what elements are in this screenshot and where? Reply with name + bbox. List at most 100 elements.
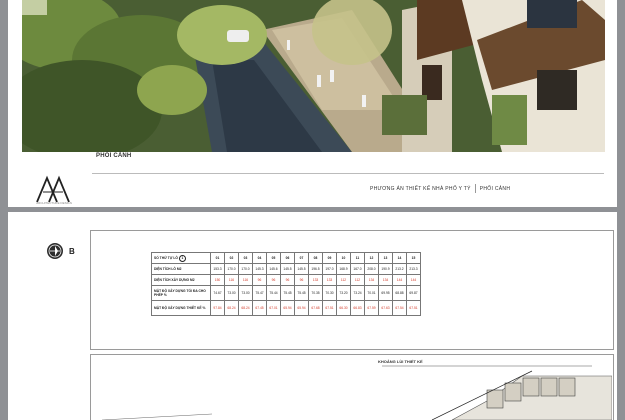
row-value-cell: 73.24 — [350, 285, 365, 301]
row-value-cell: 167.0 — [350, 263, 365, 275]
row-value-cell: 67.51 — [322, 300, 337, 316]
row-value-cell: 96 — [252, 274, 267, 286]
row-value-cell: 134 — [378, 274, 393, 286]
row-value-cell: 145.5 — [280, 263, 295, 275]
company-logo-icon — [36, 175, 70, 203]
lot-number-cell: 01 — [210, 252, 225, 264]
title-separator — [474, 184, 476, 193]
caption-divider — [92, 173, 604, 174]
row-value-cell: 208.0 — [364, 263, 379, 275]
lot-number-cell: 06 — [280, 252, 295, 264]
row-value-cell: 67.63 — [378, 300, 393, 316]
lot-number-cell: 08 — [308, 252, 323, 264]
row-value-cell: 66.30 — [336, 300, 351, 316]
row-value-cell: 97.84 — [210, 300, 225, 316]
lot-number-cell: 02 — [224, 252, 239, 264]
row-value-cell: 145.3 — [252, 263, 267, 275]
row-value-cell: 133 — [322, 274, 337, 286]
row-value-cell: 170.0 — [238, 263, 253, 275]
row-label: DIỆN TÍCH XÂY DỰNG M2 — [151, 274, 211, 286]
row-value-cell: 197.0 — [322, 263, 337, 275]
row-value-cell: 150 — [210, 274, 225, 286]
row-value-cell: 65.94 — [294, 300, 309, 316]
table-row: DIỆN TÍCH LÔ M2 153.3 170.0 170.0 145.3 145.6… — [151, 263, 421, 275]
perspective-render — [22, 0, 605, 152]
lot-number-cell: 10 — [336, 252, 351, 264]
row-value-cell: 73.20 — [336, 285, 351, 301]
row-value-cell: 145.5 — [294, 263, 309, 275]
row-value-cell: 67.45 — [252, 300, 267, 316]
lot-table: SỐ THỨ TỰ LÔ 1 01 02 03 04 05 06 07 08 09 10 11 12 13… — [151, 252, 421, 316]
row-label: DIỆN TÍCH LÔ M2 — [151, 263, 211, 275]
row-value-cell: 67.51 — [406, 300, 421, 316]
table-header-row: SỐ THỨ TỰ LÔ 1 01 02 03 04 05 06 07 08 09 10 11 12 13… — [151, 252, 421, 264]
row-value-cell: 70.30 — [322, 285, 337, 301]
row-value-cell: 67.59 — [364, 300, 379, 316]
table-row: MẬT ĐỘ XÂY DỰNG THIẾT KẾ % 97.84 68.24 68.2… — [151, 300, 421, 316]
row-value-cell: 67.54 — [392, 300, 407, 316]
row-value-cell: 69.95 — [378, 285, 393, 301]
row-value-cell: 68.24 — [224, 300, 239, 316]
row-value-cell: 116 — [238, 274, 253, 286]
row-value-cell: 196.5 — [308, 263, 323, 275]
lot-number-cell: 05 — [266, 252, 281, 264]
lot-number-cell: 09 — [322, 252, 337, 264]
row-value-cell: 68.24 — [238, 300, 253, 316]
row-value-cell: 170.0 — [224, 263, 239, 275]
section-letter: B — [69, 247, 75, 256]
row-value-cell: 145.6 — [266, 263, 281, 275]
table-row: MẬT ĐỘ XÂY DỰNG TỐI ĐA CHO PHÉP % 74.67 73… — [151, 285, 421, 301]
row-value-cell: 213.2 — [392, 263, 407, 275]
lot-number-cell: 14 — [392, 252, 407, 264]
render-caption: PHỐI CẢNH — [96, 153, 132, 159]
perspective-sheet: PHỐI CẢNH ARCHITECTURE DESIGN PHƯƠNG ÁN … — [8, 0, 617, 207]
row-value-cell: 96 — [266, 274, 281, 286]
row-value-cell: 190.9 — [378, 263, 393, 275]
row-value-cell: 213.3 — [406, 263, 421, 275]
logo-caption: ARCHITECTURE DESIGN — [36, 201, 72, 205]
lot-circle-marker: 1 — [178, 254, 186, 262]
row-value-cell: 96 — [280, 274, 295, 286]
row-value-cell: 133 — [308, 274, 323, 286]
row-value-cell: 70.35 — [308, 285, 323, 301]
project-title: PHƯƠNG ÁN THIẾT KẾ NHÀ PHỐ Y TÝ — [370, 185, 471, 192]
lot-number-cell: 11 — [350, 252, 365, 264]
row-value-cell: 65.94 — [280, 300, 295, 316]
table-row: DIỆN TÍCH XÂY DỰNG M2 150 116 116 96 96 96 96 13… — [151, 274, 421, 286]
row-label: MẬT ĐỘ XÂY DỰNG TỐI ĐA CHO PHÉP % — [151, 285, 211, 301]
lot-table-sheet: B SỐ THỨ TỰ LÔ 1 01 02 03 04 05 06 07 08 09 10 11 12… — [8, 212, 617, 420]
row-value-cell: 73.00 — [238, 285, 253, 301]
row-value-cell: 112 — [336, 274, 351, 286]
row-value-cell: 75.44 — [266, 285, 281, 301]
row-value-cell: 112 — [350, 274, 365, 286]
row-value-cell: 73.00 — [224, 285, 239, 301]
row-label: MẬT ĐỘ XÂY DỰNG THIẾT KẾ % — [151, 300, 211, 316]
row-value-cell: 66.83 — [350, 300, 365, 316]
row-value-cell: 67.68 — [308, 300, 323, 316]
lot-number-cell: 07 — [294, 252, 309, 264]
title-block: PHƯƠNG ÁN THIẾT KẾ NHÀ PHỐ Y TÝ PHỐI CẢN… — [370, 184, 510, 193]
row-value-cell: 168.9 — [336, 263, 351, 275]
lot-number-cell: 15 — [406, 252, 421, 264]
row-value-cell: 96 — [294, 274, 309, 286]
row-value-cell: 68.88 — [392, 285, 407, 301]
row-value-cell: 75.45 — [280, 285, 295, 301]
section-badge-icon — [47, 243, 63, 259]
row-value-cell: 69.87 — [406, 285, 421, 301]
row-value-cell: 144 — [406, 274, 421, 286]
lot-number-cell: 12 — [364, 252, 379, 264]
lot-number-cell: 03 — [238, 252, 253, 264]
lot-number-cell: 13 — [378, 252, 393, 264]
table-header-label: SỐ THỨ TỰ LÔ 1 — [151, 252, 211, 264]
site-plan-drawing — [101, 365, 612, 420]
row-value-cell: 144 — [392, 274, 407, 286]
row-value-cell: 67.01 — [266, 300, 281, 316]
perspective-illustration — [22, 0, 605, 152]
lot-number-cell: 04 — [252, 252, 267, 264]
row-value-cell: 70.01 — [364, 285, 379, 301]
row-value-cell: 153.3 — [210, 263, 225, 275]
row-value-cell: 75.47 — [252, 285, 267, 301]
row-value-cell: 75.45 — [294, 285, 309, 301]
sheet-title: PHỐI CẢNH — [479, 185, 511, 192]
row-value-cell: 116 — [224, 274, 239, 286]
